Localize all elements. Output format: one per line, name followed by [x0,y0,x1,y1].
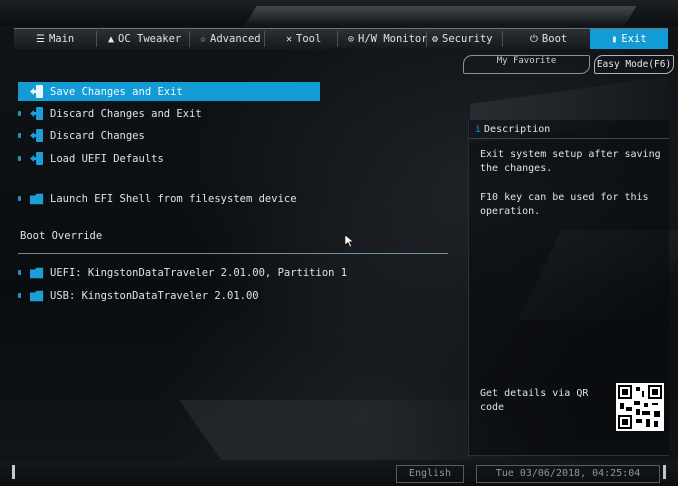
shield-icon: ⚙ [432,33,439,45]
menu-item-label: Discard Changes [50,129,145,142]
info-icon: i [475,123,482,135]
tab-oc-tweaker-label: OC Tweaker [118,33,182,45]
decorative-sweep [243,6,637,28]
tab-exit-label: Exit [621,33,647,45]
power-icon: ⏻ [530,33,538,45]
monitor-icon: ⊙ [348,33,355,45]
tab-hw-monitor-label: H/W Monitor [358,33,428,45]
tab-oc-tweaker[interactable]: ▲ OC Tweaker [108,29,181,49]
bullet-icon [18,270,21,275]
tools-icon: ✕ [286,33,293,45]
mouse-cursor-icon [344,233,355,252]
folder-icon [30,290,44,302]
rocket-icon: ▲ [108,33,115,45]
my-favorite-button[interactable]: My Favorite [463,55,590,74]
description-panel: i Description Exit system setup after sa… [468,120,669,456]
list-icon: ☰ [36,33,45,45]
datetime-display: Tue 03/06/2018, 04:25:04 [476,465,660,483]
tab-boot-label: Boot [541,33,568,45]
exit-icon: ▮ [611,33,618,45]
description-note: F10 key can be used for this operation. [480,192,649,217]
bullet-icon [18,89,21,94]
exit-door-icon [30,107,44,120]
description-text: Exit system setup after saving the chang… [480,149,661,174]
tab-divider [426,31,427,47]
bullet-icon [18,111,21,116]
tab-tool[interactable]: ✕ Tool [286,29,321,49]
tab-divider [337,31,338,47]
boot-item-label: USB: KingstonDataTraveler 2.01.00 [50,289,259,302]
tab-exit[interactable]: ▮ Exit [590,29,668,49]
my-favorite-label: My Favorite [496,56,557,66]
tab-main[interactable]: ☰ Main [36,29,74,49]
menu-item-launch-efi-shell[interactable]: Launch EFI Shell from filesystem device [18,189,297,208]
qr-code-icon [616,383,664,431]
qr-caption: Get details via QR code [480,388,589,413]
exit-door-icon [30,129,44,142]
language-selector[interactable]: English [396,465,464,483]
folder-icon [30,267,44,279]
tab-divider [502,31,503,47]
description-header: i Description [469,120,669,139]
tab-advanced[interactable]: ☆ Advanced [200,29,261,49]
exit-door-icon [30,85,44,98]
tab-security[interactable]: ⚙ Security [432,29,493,49]
tab-advanced-label: Advanced [210,33,261,45]
language-label: English [408,468,452,479]
menu-item-label: Discard Changes and Exit [50,107,202,120]
menu-item-label: Launch EFI Shell from filesystem device [50,192,297,205]
boot-item-uefi-kingston[interactable]: UEFI: KingstonDataTraveler 2.01.00, Part… [18,263,347,282]
bullet-icon [18,133,21,138]
divider [18,253,448,254]
tab-divider [264,31,265,47]
bullet-icon [18,293,21,298]
menu-item-load-uefi-defaults[interactable]: Load UEFI Defaults [18,149,164,168]
top-navigation: ☰ Main ▲ OC Tweaker ☆ Advanced ✕ Tool ⊙ … [14,28,668,49]
tab-boot[interactable]: ⏻ Boot [530,29,567,49]
tab-tool-label: Tool [296,33,322,45]
tab-main-label: Main [48,33,75,45]
description-title: Description [484,123,551,135]
tab-security-label: Security [442,33,493,45]
boot-item-label: UEFI: KingstonDataTraveler 2.01.00, Part… [50,266,348,279]
folder-icon [30,193,44,205]
menu-item-discard-changes[interactable]: Discard Changes [18,126,145,145]
menu-item-label: Save Changes and Exit [50,85,183,98]
bullet-icon [18,196,21,201]
bullet-icon [18,156,21,161]
exit-door-icon [30,152,44,165]
star-icon: ☆ [200,33,207,45]
datetime-label: Tue 03/06/2018, 04:25:04 [495,468,641,479]
status-bar-edge [663,465,666,479]
easy-mode-label: Easy Mode(F6) [596,59,672,70]
tab-divider [189,31,190,47]
boot-override-header: Boot Override [20,230,103,242]
tab-divider [96,31,97,47]
boot-item-usb-kingston[interactable]: USB: KingstonDataTraveler 2.01.00 [18,286,259,305]
tab-hw-monitor[interactable]: ⊙ H/W Monitor [348,29,428,49]
menu-item-discard-changes-and-exit[interactable]: Discard Changes and Exit [18,104,202,123]
status-bar-edge [12,465,15,479]
menu-item-save-changes-and-exit[interactable]: Save Changes and Exit [18,82,320,101]
easy-mode-button[interactable]: Easy Mode(F6) [594,55,674,74]
menu-item-label: Load UEFI Defaults [50,152,164,165]
